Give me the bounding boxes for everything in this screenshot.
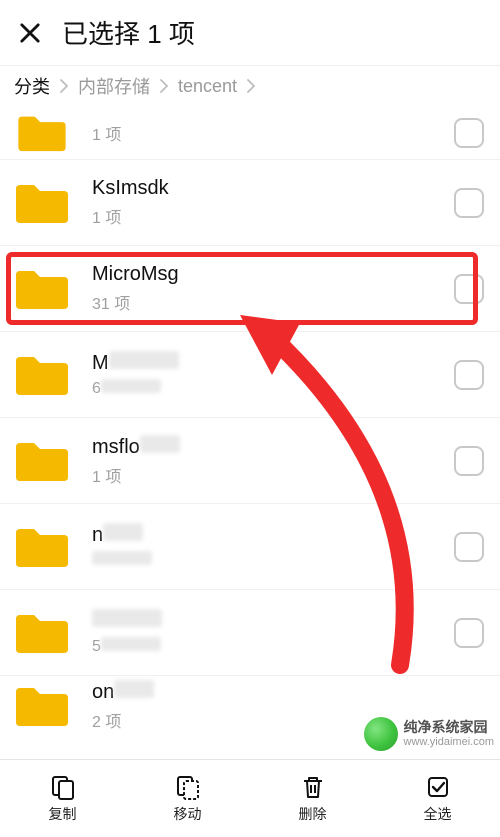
folder-icon — [14, 684, 70, 728]
folder-icon — [14, 113, 70, 153]
crumb-2[interactable]: tencent — [178, 76, 237, 97]
checkbox[interactable] — [454, 618, 484, 648]
list-item[interactable]: 1 项 — [0, 106, 500, 160]
list-item-name: on — [92, 680, 484, 704]
censored-text — [92, 551, 152, 565]
page-title: 已选择 1 项 — [62, 14, 195, 51]
censored-text — [101, 379, 161, 393]
crumb-1[interactable]: 内部存储 — [78, 73, 150, 99]
checkbox[interactable] — [454, 446, 484, 476]
list-item-sub: 1 项 — [92, 204, 454, 228]
list-item-name: M — [92, 351, 454, 375]
list-item-sub — [92, 551, 454, 570]
checkbox[interactable] — [454, 188, 484, 218]
list-item-name — [92, 609, 454, 633]
watermark-logo — [364, 717, 398, 751]
action-label: 移动 — [174, 804, 202, 824]
list-item-text: MicroMsg 31 项 — [92, 263, 454, 314]
list-item-sub: 31 项 — [92, 290, 454, 314]
header: 已选择 1 项 — [0, 0, 500, 66]
censored-text — [103, 523, 143, 541]
censored-text — [92, 609, 162, 627]
list-item-text: KsImsdk 1 项 — [92, 177, 454, 228]
watermark-text: 纯净系统家园 www.yidaimei.com — [404, 720, 494, 747]
select-all-button[interactable]: 全选 — [375, 760, 500, 837]
copy-icon — [50, 774, 76, 800]
folder-icon — [14, 611, 70, 655]
censored-text — [140, 435, 180, 453]
checkbox[interactable] — [454, 360, 484, 390]
list-item[interactable]: n — [0, 504, 500, 590]
action-label: 删除 — [299, 804, 327, 824]
list-item-text: 1 项 — [92, 121, 454, 145]
list-item[interactable]: M 6 — [0, 332, 500, 418]
chevron-right-icon — [160, 79, 168, 93]
move-button[interactable]: 移动 — [125, 760, 250, 837]
censored-text — [101, 637, 161, 651]
select-all-icon — [425, 774, 451, 800]
action-label: 全选 — [424, 804, 452, 824]
folder-icon — [14, 267, 70, 311]
checkbox[interactable] — [454, 118, 484, 148]
file-manager-screen: 已选择 1 项 分类 内部存储 tencent 1 项 KsImsdk — [0, 0, 500, 837]
list-item-text: n — [92, 523, 454, 570]
list-item[interactable]: 5 — [0, 590, 500, 676]
list-item-name: KsImsdk — [92, 177, 454, 200]
folder-icon — [14, 439, 70, 483]
list-item-sub: 5 — [92, 637, 454, 656]
checkbox[interactable] — [454, 274, 484, 304]
folder-icon — [14, 181, 70, 225]
breadcrumb: 分类 内部存储 tencent — [0, 66, 500, 106]
checkbox[interactable] — [454, 532, 484, 562]
folder-icon — [14, 353, 70, 397]
watermark-line1: 纯净系统家园 — [404, 720, 494, 735]
list-item-text: msflo 1 项 — [92, 435, 454, 487]
censored-text — [109, 351, 179, 369]
copy-button[interactable]: 复制 — [0, 760, 125, 837]
list-item[interactable]: msflo 1 项 — [0, 418, 500, 504]
chevron-right-icon — [247, 79, 255, 93]
list-item-micromsg[interactable]: MicroMsg 31 项 — [0, 246, 500, 332]
close-icon[interactable] — [16, 19, 44, 47]
list-item-sub: 1 项 — [92, 463, 454, 487]
censored-text — [114, 680, 154, 698]
crumb-0[interactable]: 分类 — [14, 73, 50, 99]
chevron-right-icon — [60, 79, 68, 93]
list-item-name: n — [92, 523, 454, 547]
list-item[interactable]: KsImsdk 1 项 — [0, 160, 500, 246]
folder-list: 1 项 KsImsdk 1 项 MicroMsg 31 项 — [0, 106, 500, 736]
list-item-text: M 6 — [92, 351, 454, 398]
list-item-text: 5 — [92, 609, 454, 656]
delete-button[interactable]: 删除 — [250, 760, 375, 837]
list-item-sub: 1 项 — [92, 121, 454, 145]
action-label: 复制 — [49, 804, 77, 824]
move-icon — [175, 774, 201, 800]
watermark-line2: www.yidaimei.com — [404, 736, 494, 748]
folder-icon — [14, 525, 70, 569]
list-item-name: msflo — [92, 435, 454, 459]
watermark: 纯净系统家园 www.yidaimei.com — [364, 717, 494, 751]
list-item-sub: 6 — [92, 379, 454, 398]
bottom-action-bar: 复制 移动 删除 全选 — [0, 759, 500, 837]
list-item-name: MicroMsg — [92, 263, 454, 286]
trash-icon — [300, 774, 326, 800]
